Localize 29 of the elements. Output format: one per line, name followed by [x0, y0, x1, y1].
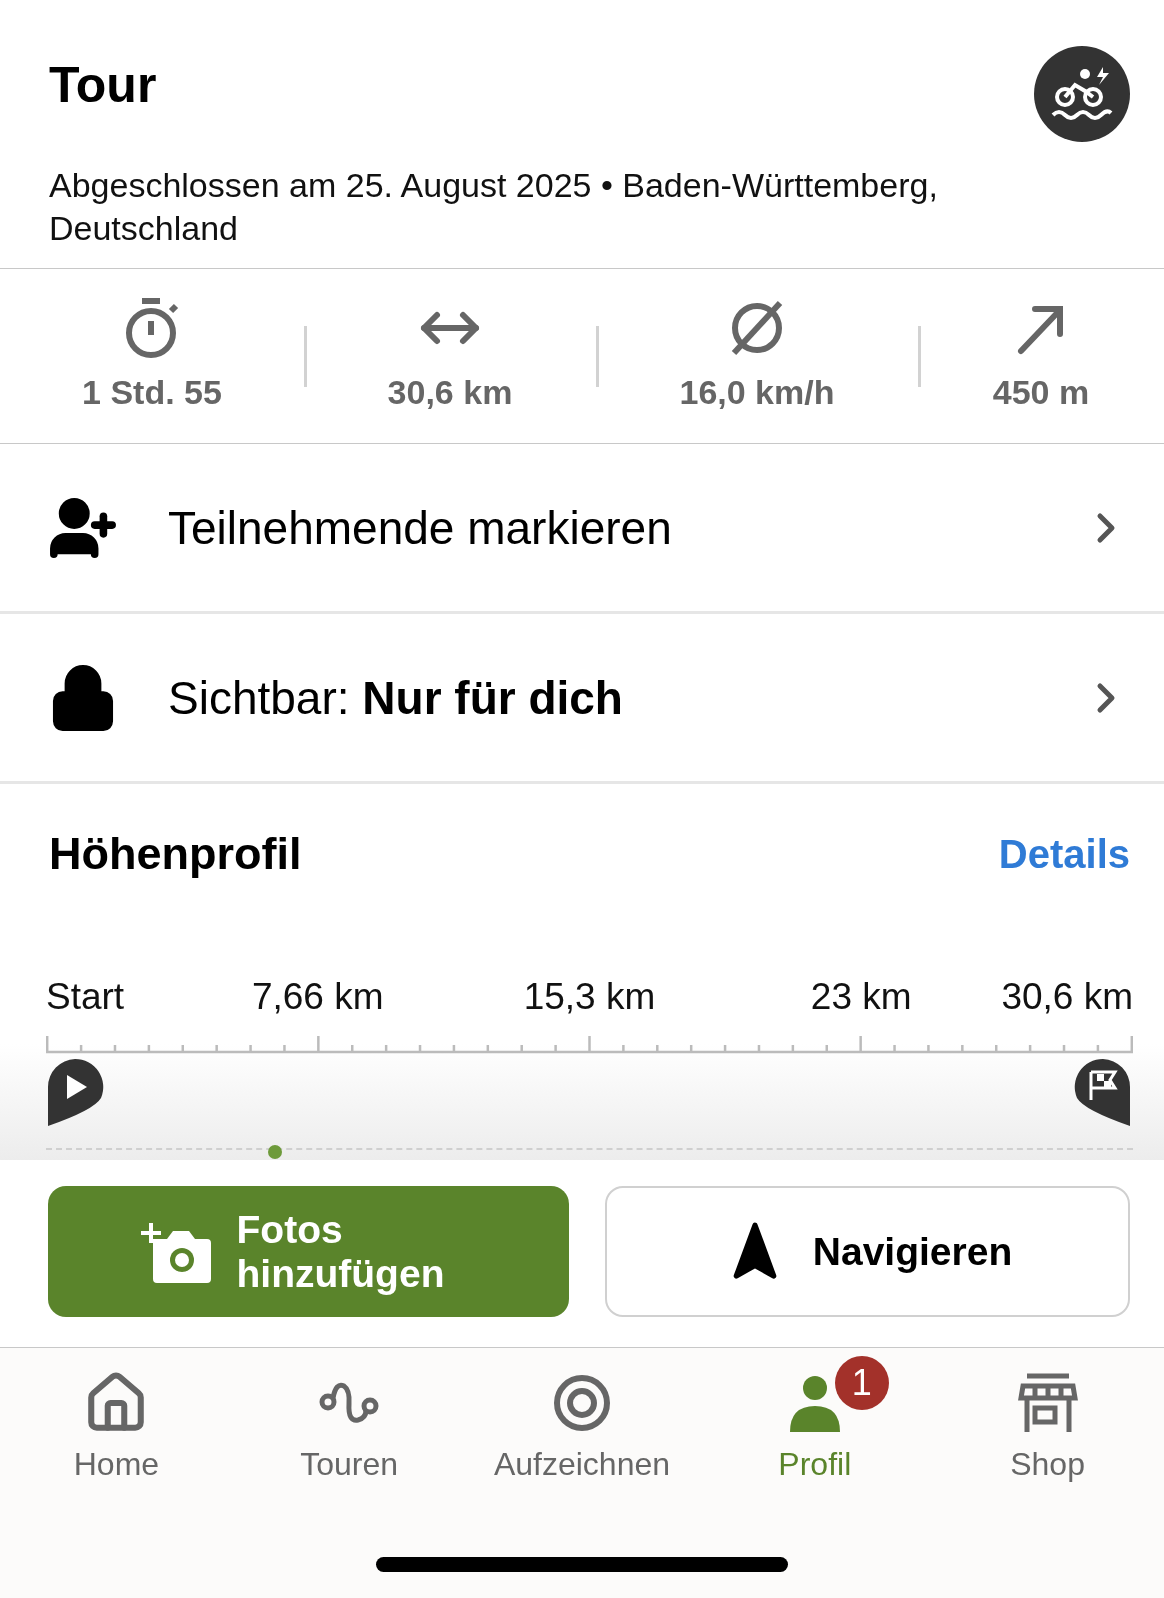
tab-bar-item[interactable]: Profil 1 [698, 1356, 932, 1483]
stopwatch-icon [124, 297, 180, 359]
stat-value: 1 Std. 55 [82, 373, 222, 412]
add-photo-icon [140, 1220, 211, 1283]
tab-bar-item[interactable]: Shop [931, 1356, 1164, 1483]
action-row[interactable]: Teilnehmende markieren [0, 444, 1164, 614]
axis-label: 30,6 km [1001, 976, 1133, 1018]
navigate-button[interactable]: Navigieren [605, 1186, 1130, 1317]
finish-marker-icon [1074, 1058, 1132, 1129]
stat-value: 30,6 km [387, 373, 513, 412]
stat-value: 16,0 km/h [679, 373, 835, 412]
axis-label: 7,66 km [251, 976, 384, 1018]
notification-badge: 1 [834, 1356, 889, 1410]
profile-point-icon [268, 1145, 282, 1160]
row-label: Sichtbar: Nur für dich [168, 670, 624, 725]
add-photos-button[interactable]: Fotos hinzufügen [48, 1186, 569, 1317]
tour-subtitle: Abgeschlossen am 25. August 2025 • Baden-Württemberg, Deutschland [49, 165, 939, 249]
details-link[interactable]: Details [998, 831, 1130, 877]
axis-label: 23 km [810, 976, 912, 1018]
tab-bar-item[interactable]: Touren [232, 1356, 466, 1483]
stat-value: 450 m [992, 373, 1090, 412]
axis-label: 15,3 km [523, 976, 656, 1018]
start-marker-icon [46, 1058, 104, 1129]
tab-bar-item[interactable]: Home [0, 1356, 233, 1483]
tab-bar-item[interactable]: Aufzeichnen [465, 1356, 699, 1483]
axis-label: Start [46, 976, 125, 1018]
row-label: Teilnehmende markieren [168, 500, 673, 555]
tour-title: Tour [49, 56, 157, 114]
section-title: Höhenprofil [49, 828, 302, 880]
